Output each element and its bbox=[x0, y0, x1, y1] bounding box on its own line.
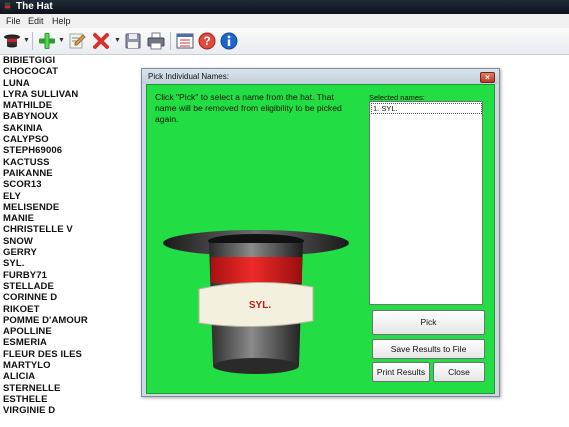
name-list-item[interactable]: APOLLINE bbox=[3, 326, 143, 337]
dialog-close-button[interactable]: × bbox=[480, 72, 495, 83]
name-list-item[interactable]: BIBIETGIGI bbox=[3, 55, 143, 66]
name-list-item[interactable]: MELISENDE bbox=[3, 202, 143, 213]
add-icon[interactable] bbox=[38, 32, 56, 50]
name-list-item[interactable]: RIKOET bbox=[3, 304, 143, 315]
name-list-item[interactable]: ALICIA bbox=[3, 371, 143, 382]
pick-names-dialog: Pick Individual Names: × Click "Pick" to… bbox=[141, 68, 500, 397]
name-list-item[interactable]: MATHILDE bbox=[3, 100, 143, 111]
add-dropdown-arrow-icon[interactable]: ▼ bbox=[58, 37, 65, 44]
hat-app-icon bbox=[3, 2, 12, 11]
name-list-item[interactable]: ESMERIA bbox=[3, 337, 143, 348]
name-list-item[interactable]: STEPH69006 bbox=[3, 145, 143, 156]
menu-bar: File Edit Help bbox=[0, 14, 569, 28]
print-results-button[interactable]: Print Results bbox=[372, 362, 430, 382]
print-icon[interactable] bbox=[147, 32, 165, 50]
name-list-item[interactable]: BABYNOUX bbox=[3, 111, 143, 122]
dialog-titlebar: Pick Individual Names: × bbox=[142, 69, 499, 84]
info-icon[interactable] bbox=[220, 32, 238, 50]
name-list-item[interactable]: FURBY71 bbox=[3, 270, 143, 281]
toolbar: ▼ ▼ ▼ ? bbox=[0, 28, 569, 55]
toolbar-separator bbox=[170, 32, 171, 50]
hat-dropdown-arrow-icon[interactable]: ▼ bbox=[23, 37, 30, 44]
name-list-item[interactable]: PAIKANNE bbox=[3, 168, 143, 179]
name-list-item[interactable]: SNOW bbox=[3, 236, 143, 247]
name-list-item[interactable]: SAKINIA bbox=[3, 123, 143, 134]
help-icon[interactable]: ? bbox=[198, 32, 216, 50]
name-list-item[interactable]: GERRY bbox=[3, 247, 143, 258]
pick-button[interactable]: Pick bbox=[372, 310, 485, 335]
name-list-item[interactable]: POMME D'AMOUR bbox=[3, 315, 143, 326]
save-icon[interactable] bbox=[124, 32, 142, 50]
name-list-item[interactable]: STERNELLE bbox=[3, 383, 143, 394]
name-list-item[interactable]: LUNA bbox=[3, 78, 143, 89]
window-title: The Hat bbox=[16, 1, 53, 12]
name-list-item[interactable]: CHRISTELLE V bbox=[3, 224, 143, 235]
name-list-item[interactable]: CALYPSO bbox=[3, 134, 143, 145]
name-list-item[interactable]: CORINNE D bbox=[3, 292, 143, 303]
name-list-item[interactable]: SCOR13 bbox=[3, 179, 143, 190]
close-button[interactable]: Close bbox=[433, 362, 485, 382]
name-list-item[interactable]: STELLADE bbox=[3, 281, 143, 292]
menu-help[interactable]: Help bbox=[50, 14, 73, 28]
dialog-body: Click "Pick" to select a name from the h… bbox=[146, 84, 495, 394]
name-list-item[interactable]: CHOCOCAT bbox=[3, 66, 143, 77]
hat-band-name: SYL. bbox=[248, 300, 272, 311]
delete-icon[interactable] bbox=[92, 32, 110, 50]
name-list-item[interactable]: SYL. bbox=[3, 258, 143, 269]
save-results-button[interactable]: Save Results to File bbox=[372, 339, 485, 359]
name-list-item[interactable]: ELY bbox=[3, 191, 143, 202]
instructions-text: Click "Pick" to select a name from the h… bbox=[155, 92, 342, 124]
svg-text:?: ? bbox=[203, 34, 210, 48]
name-list-item[interactable]: LYRA SULLIVAN bbox=[3, 89, 143, 100]
name-list: BIBIETGIGI CHOCOCAT LUNA LYRA SULLIVAN MATHI… bbox=[3, 55, 143, 425]
name-list-item[interactable]: FLEUR DES ILES bbox=[3, 349, 143, 360]
toolbar-separator bbox=[32, 32, 33, 50]
name-list-item[interactable]: MARTYLO bbox=[3, 360, 143, 371]
name-list-item[interactable]: MANIE bbox=[3, 213, 143, 224]
menu-edit[interactable]: Edit bbox=[26, 14, 46, 28]
menu-file[interactable]: File bbox=[4, 14, 23, 28]
selected-names-list[interactable]: 1. SYL. bbox=[369, 101, 483, 305]
delete-dropdown-arrow-icon[interactable]: ▼ bbox=[114, 37, 121, 44]
list-item[interactable]: 1. SYL. bbox=[371, 103, 482, 114]
name-list-item[interactable]: VIRGINIE D bbox=[3, 405, 143, 416]
name-list-item[interactable]: ESTHELE bbox=[3, 394, 143, 405]
edit-icon[interactable] bbox=[68, 32, 86, 50]
window-titlebar: The Hat bbox=[0, 0, 569, 14]
name-list-item[interactable]: KACTUSS bbox=[3, 157, 143, 168]
checklist-icon[interactable] bbox=[176, 32, 194, 50]
hat-icon[interactable] bbox=[3, 32, 21, 50]
dialog-title: Pick Individual Names: bbox=[148, 72, 229, 81]
